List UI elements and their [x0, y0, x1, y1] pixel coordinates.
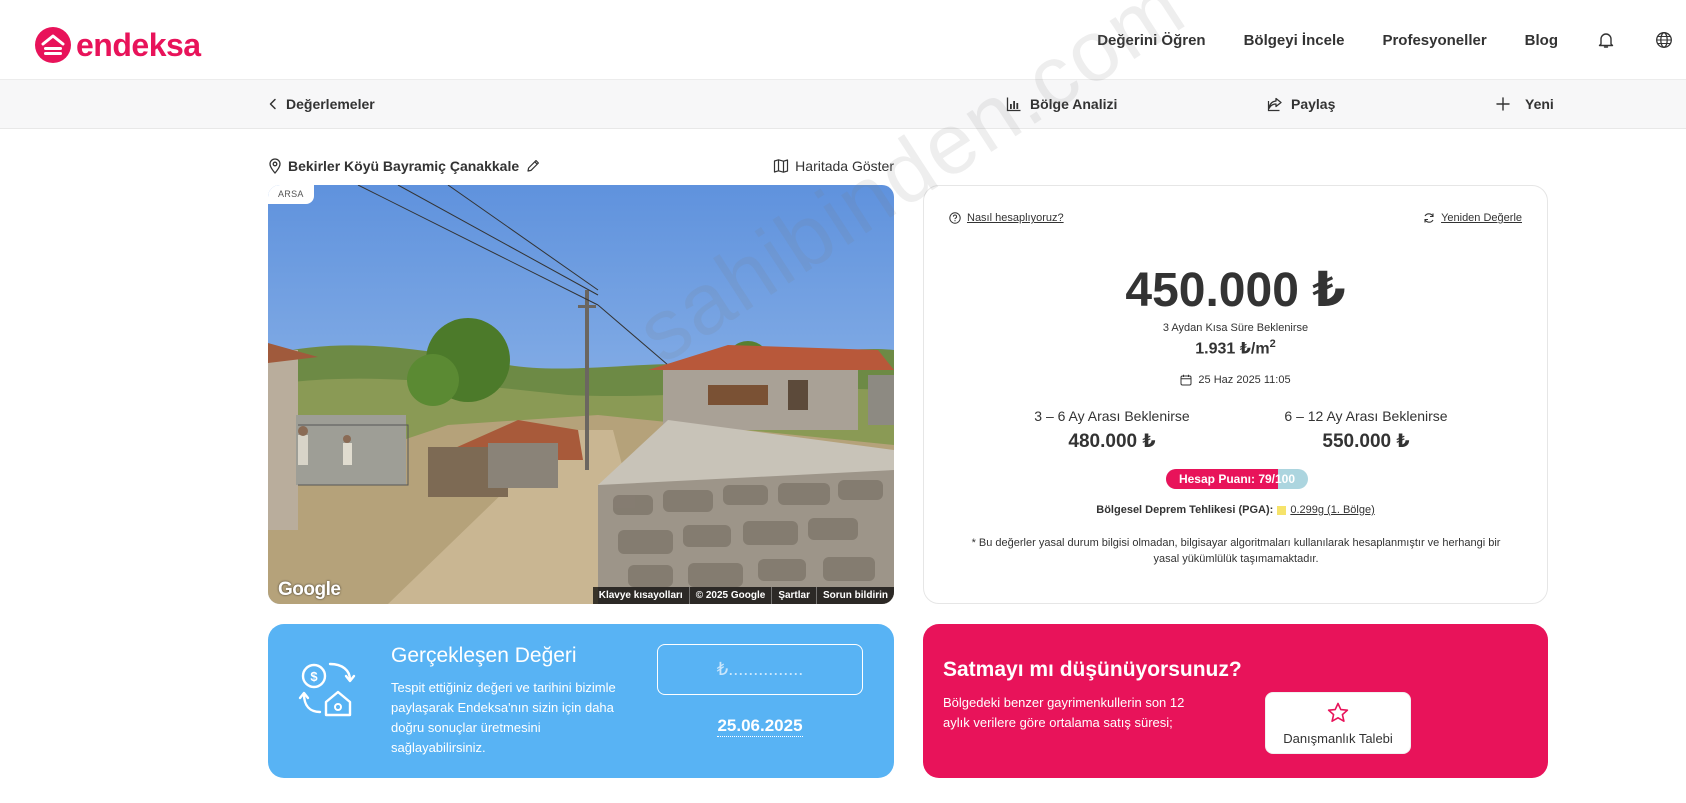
map-attribution-bar: Klavye kısayolları © 2025 Google Şartlar…: [592, 587, 894, 604]
how-calculated-label: Nasıl hesaplıyoruz?: [967, 212, 1064, 224]
earthquake-risk-label: Bölgesel Deprem Tehlikesi (PGA):: [1096, 504, 1274, 516]
property-address: Bekirler Köyü Bayramiç Çanakkale: [268, 158, 541, 174]
region-analysis-button[interactable]: Bölge Analizi: [1006, 96, 1117, 112]
risk-color-swatch: [1277, 505, 1287, 515]
money-house-exchange-icon: $: [298, 662, 356, 717]
property-type-tag: ARSA: [268, 185, 314, 204]
consulting-request-button[interactable]: Danışmanlık Talebi: [1265, 692, 1411, 754]
bar-chart-icon: [1006, 97, 1021, 112]
estimated-price: 450.000 ₺: [1125, 264, 1346, 317]
range-value: 550.000 ₺: [1322, 431, 1410, 452]
chevron-left-icon: [269, 98, 276, 110]
share-label: Paylaş: [1291, 96, 1336, 112]
refresh-icon: [1424, 213, 1434, 223]
realized-value-card: $ Gerçekleşen Değeri Tespit ettiğiniz de…: [268, 624, 894, 778]
realized-value-description: Tespit ettiğiniz değeri ve tarihini bizi…: [391, 680, 616, 755]
calculation-score-bar: Hesap Puanı: 79/100: [1166, 469, 1308, 489]
nav-item-bolgeyi-incele[interactable]: Bölgeyi İncele: [1244, 32, 1345, 49]
range-3-6-months: 3 – 6 Ay Arası Beklenirse 480.000 ₺: [992, 408, 1232, 453]
share-button[interactable]: Paylaş: [1267, 96, 1335, 112]
back-label: Değerlemeler: [286, 96, 375, 112]
score-label: Hesap Puanı: 79/100: [1178, 472, 1296, 486]
back-to-valuations-link[interactable]: Değerlemeler: [268, 96, 375, 112]
legal-disclaimer: * Bu değerler yasal durum bilgisi olmada…: [971, 537, 1501, 565]
report-problem-link[interactable]: Sorun bildirin: [816, 587, 894, 604]
valuation-date: 25 Haz 2025 11:05: [924, 374, 1547, 386]
valuation-date-text: 25 Haz 2025 11:05: [1198, 374, 1291, 386]
price-per-square-meter: 1.931 ₺/m2: [924, 338, 1547, 358]
nav-item-blog[interactable]: Blog: [1525, 32, 1558, 49]
edit-pencil-icon[interactable]: [525, 158, 541, 174]
terms-link[interactable]: Şartlar: [771, 587, 816, 604]
region-analysis-label: Bölge Analizi: [1030, 96, 1118, 112]
map-icon: [774, 159, 789, 173]
keyboard-shortcuts-link[interactable]: Klavye kısayolları: [593, 587, 689, 604]
plus-icon: [1496, 97, 1510, 111]
street-view-image[interactable]: ARSA Google Klavye kısayolları © 2025 Go…: [268, 185, 894, 604]
consulting-request-label: Danışmanlık Talebi: [1283, 730, 1393, 746]
earthquake-risk-value[interactable]: 0.299g (1. Bölge): [1290, 504, 1374, 516]
price-condition-note: 3 Aydan Kısa Süre Beklenirse: [1162, 322, 1309, 334]
valuation-toolbar: Değerlemeler Bölge Analizi Paylaş Yeni: [0, 80, 1686, 129]
bell-icon[interactable]: [1596, 30, 1616, 50]
square-superscript: 2: [1269, 338, 1276, 350]
valuation-card: Nasıl hesaplıyoruz? Yeniden Değerle 450.…: [923, 185, 1548, 604]
sell-consulting-card: Satmayı mı düşünüyorsunuz? Bölgedeki ben…: [923, 624, 1548, 778]
logo-text: endeksa: [76, 26, 201, 63]
range-6-12-months: 6 – 12 Ay Arası Beklenirse 550.000 ₺: [1246, 408, 1486, 453]
copyright-text: © 2025 Google: [688, 587, 772, 604]
endeksa-logo[interactable]: endeksa: [34, 26, 201, 64]
realized-value-title: Gerçekleşen Değeri: [391, 644, 577, 667]
realized-date-value: 25.06.2025: [717, 716, 803, 737]
new-label: Yeni: [1525, 96, 1554, 112]
new-valuation-button[interactable]: Yeni: [1495, 96, 1554, 112]
price-per-m2-value: 1.931 ₺/m: [1195, 340, 1270, 358]
star-icon: [1327, 702, 1349, 722]
globe-icon[interactable]: [1654, 30, 1674, 50]
location-pin-icon: [269, 158, 281, 174]
logo-mark-icon: [35, 27, 71, 63]
nav-item-profesyoneller[interactable]: Profesyoneller: [1382, 32, 1486, 49]
how-calculated-link[interactable]: Nasıl hesaplıyoruz?: [949, 212, 1064, 224]
share-icon: [1267, 97, 1282, 112]
show-on-map-link[interactable]: Haritada Göster: [773, 158, 894, 174]
realized-date-field[interactable]: 25.06.2025: [657, 716, 863, 737]
svg-text:$: $: [310, 669, 318, 684]
revalue-label: Yeniden Değerle: [1441, 212, 1522, 224]
question-circle-icon: [949, 212, 961, 224]
range-label: 6 – 12 Ay Arası Beklenirse: [1284, 408, 1448, 424]
range-label: 3 – 6 Ay Arası Beklenirse: [1034, 408, 1190, 424]
realized-price-input[interactable]: [657, 644, 863, 695]
address-row: Bekirler Köyü Bayramiç Çanakkale Haritad…: [268, 155, 894, 177]
sell-card-description: Bölgedeki benzer gayrimenkullerin son 12…: [943, 695, 1185, 730]
top-navigation-bar: endeksa Değerini Öğren Bölgeyi İncele Pr…: [0, 0, 1686, 80]
address-text: Bekirler Köyü Bayramiç Çanakkale: [288, 158, 520, 174]
show-on-map-label: Haritada Göster: [795, 158, 894, 174]
main-nav: Değerini Öğren Bölgeyi İncele Profesyone…: [1097, 0, 1686, 80]
sell-card-title: Satmayı mı düşünüyorsunuz?: [943, 658, 1242, 681]
earthquake-risk-row: Bölgesel Deprem Tehlikesi (PGA): 0.299g …: [924, 504, 1547, 516]
street-view-scene: [268, 185, 894, 604]
nav-item-degerini-ogren[interactable]: Değerini Öğren: [1097, 32, 1205, 49]
revalue-link[interactable]: Yeniden Değerle: [1423, 212, 1522, 224]
calendar-icon: [1180, 374, 1192, 386]
google-logo: Google: [278, 579, 341, 600]
range-value: 480.000 ₺: [1068, 431, 1156, 452]
